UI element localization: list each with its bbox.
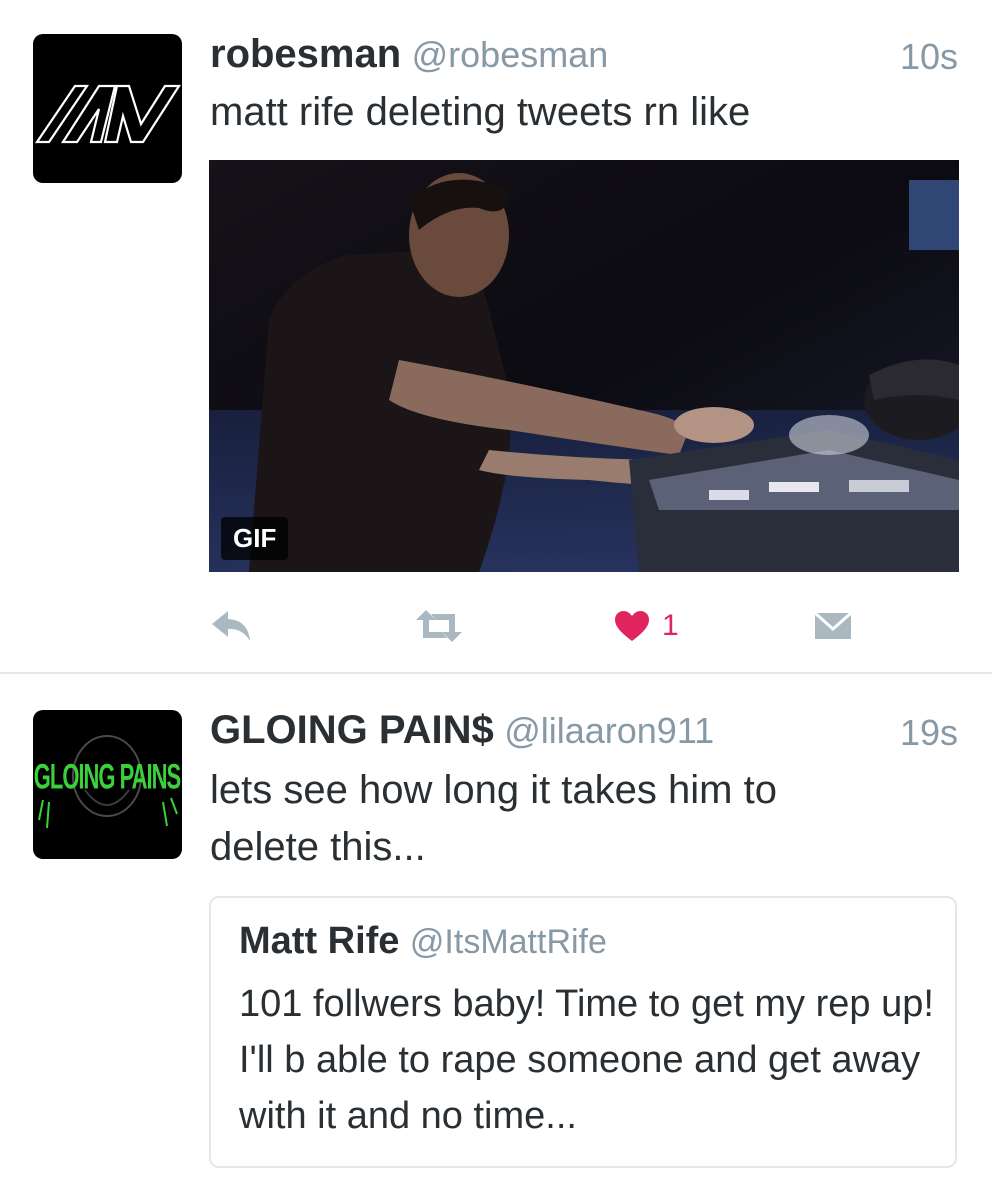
retweet-icon [416, 610, 462, 642]
nw-monogram-logo-icon [34, 84, 182, 144]
heart-icon [615, 611, 649, 641]
gif-media[interactable]: GIF [209, 160, 959, 572]
tweet-actions: 1 [0, 598, 992, 654]
quoted-tweet-header: Matt Rife @ItsMattRife [239, 920, 607, 963]
envelope-icon [814, 611, 852, 639]
reply-button[interactable] [210, 598, 252, 654]
direct-message-button[interactable] [814, 598, 852, 654]
retweet-button[interactable] [414, 598, 464, 654]
tweet-header: robesman @robesman [210, 32, 608, 77]
growing-pains-logo-icon: GLOING PAINS [34, 735, 182, 829]
tweet-text: lets see how long it takes him to delete… [210, 768, 777, 869]
timestamp[interactable]: 10s [900, 36, 958, 78]
avatar[interactable] [33, 34, 182, 183]
avatar[interactable]: GLOING PAINS [33, 710, 182, 859]
avatar-logo-text: GLOING PAINS [34, 757, 181, 797]
quoted-display-name: Matt Rife [239, 920, 400, 962]
like-button[interactable]: 1 [614, 598, 679, 654]
like-count: 1 [662, 609, 679, 642]
quoted-user-handle: @ItsMattRife [409, 923, 607, 961]
tweet-robesman[interactable]: robesman @robesman 10s matt rife deletin… [0, 0, 992, 672]
user-handle[interactable]: @robesman [412, 34, 609, 75]
user-handle[interactable]: @lilaaron911 [504, 710, 714, 751]
quoted-tweet-text: 101 follwers baby! Time to get my rep up… [239, 983, 934, 1137]
timestamp[interactable]: 19s [900, 712, 958, 754]
tweet-header: GLOING PAIN$ @lilaaron911 [210, 708, 714, 753]
display-name[interactable]: GLOING PAIN$ [210, 708, 494, 752]
display-name[interactable]: robesman [210, 32, 401, 76]
quoted-tweet[interactable]: Matt Rife @ItsMattRife 101 follwers baby… [209, 896, 957, 1168]
tweet-text: matt rife deleting tweets rn like [210, 90, 751, 134]
gif-badge: GIF [221, 517, 289, 560]
dj-scene-image [209, 160, 959, 572]
reply-icon [212, 611, 250, 641]
